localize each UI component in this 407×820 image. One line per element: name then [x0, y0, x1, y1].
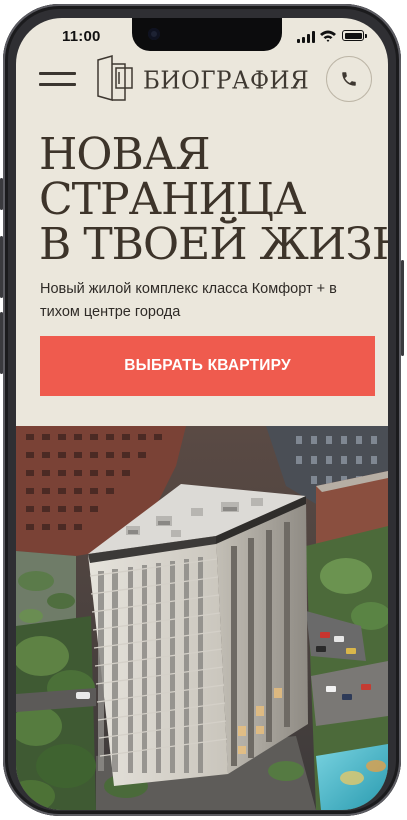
status-time: 11:00 — [62, 28, 101, 45]
phone-icon — [342, 72, 356, 86]
volume-up-button — [0, 236, 3, 298]
status-bar: 11:00 — [16, 18, 388, 56]
power-button — [401, 260, 404, 356]
headline-line-1: НОВАЯ — [39, 129, 211, 180]
hero-image — [16, 426, 388, 810]
cellular-signal-icon — [297, 31, 315, 43]
brand-name[interactable]: БИОГРАФИЯ — [143, 67, 309, 94]
battery-icon — [342, 30, 367, 41]
brand-logo-icon — [97, 55, 133, 101]
headline-line-2: СТРАНИЦА — [39, 174, 306, 225]
hamburger-menu-icon[interactable] — [39, 72, 76, 88]
headline-line-3: В ТВОЕЙ ЖИЗНИ — [39, 219, 388, 270]
hero-headline: НОВАЯ СТРАНИЦА В ТВОЕЙ ЖИЗНИ — [39, 132, 388, 267]
phone-frame: 11:00 БИОГРАФИЯ НОВАЯ СТРАНИЦА В ТВОЕЙ Ж… — [0, 4, 404, 816]
camera-icon — [148, 28, 160, 40]
screen: 11:00 БИОГРАФИЯ НОВАЯ СТРАНИЦА В ТВОЕЙ Ж… — [16, 18, 388, 810]
volume-down-button — [0, 312, 3, 374]
action-button — [0, 178, 3, 210]
call-button[interactable] — [326, 56, 372, 102]
choose-apartment-button[interactable]: ВЫБРАТЬ КВАРТИРУ — [40, 336, 375, 396]
wifi-icon — [320, 30, 336, 42]
hero-subtitle: Новый жилой комплекс класса Комфорт + в … — [40, 281, 337, 320]
